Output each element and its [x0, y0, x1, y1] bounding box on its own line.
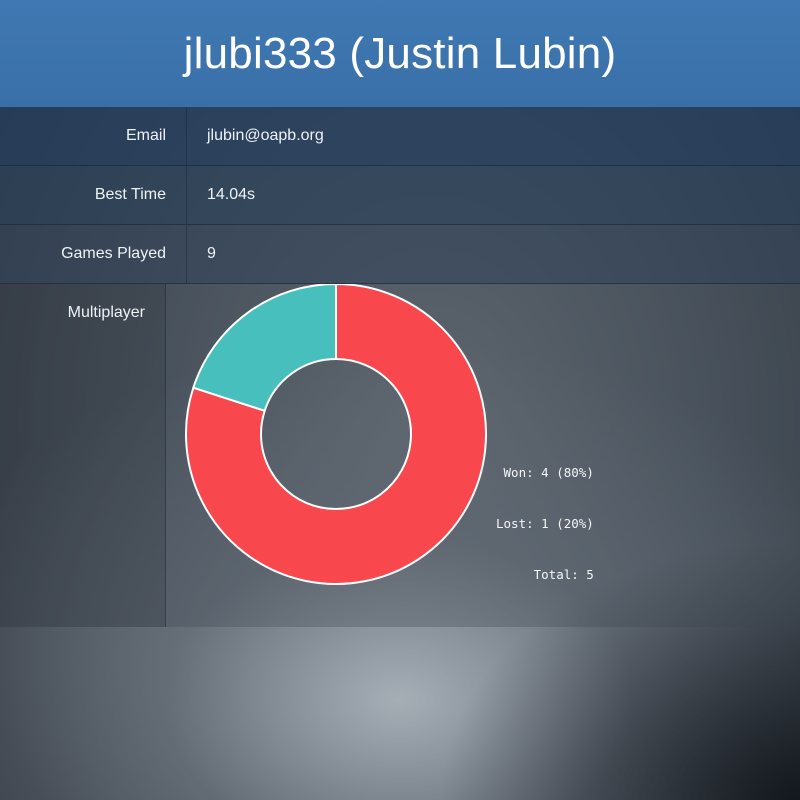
page-header: jlubi333 (Justin Lubin)	[0, 0, 800, 107]
stats-won: Won: 4 (80%)	[503, 465, 594, 480]
email-value: jlubin@oapb.org	[207, 127, 324, 144]
profile-row-multiplayer: Multiplayer Won: 4 (80%) Lost: 1 (20%) T…	[0, 283, 800, 627]
games-played-label: Games Played	[0, 225, 187, 283]
donut-slice-lost	[192, 283, 337, 412]
stats-total: Total: 5	[533, 567, 594, 582]
multiplayer-value: Won: 4 (80%) Lost: 1 (20%) Total: 5	[166, 283, 800, 627]
profile-row-email: Email jlubin@oapb.org	[0, 107, 800, 166]
profile-table: Email jlubin@oapb.org Best Time 14.04s G…	[0, 107, 800, 627]
stats-lost: Lost: 1 (20%)	[496, 516, 594, 531]
multiplayer-stats: Won: 4 (80%) Lost: 1 (20%) Total: 5	[496, 430, 594, 617]
multiplayer-label: Multiplayer	[0, 284, 166, 627]
profile-row-best-time: Best Time 14.04s	[0, 166, 800, 225]
donut-chart	[185, 283, 487, 585]
profile-row-games-played: Games Played 9	[0, 225, 800, 284]
games-played-value: 9	[207, 245, 216, 262]
best-time-label: Best Time	[0, 166, 187, 224]
page-title: jlubi333 (Justin Lubin)	[183, 28, 617, 78]
best-time-value: 14.04s	[207, 186, 256, 203]
multiplayer-chart	[166, 283, 779, 627]
email-label: Email	[0, 107, 187, 165]
